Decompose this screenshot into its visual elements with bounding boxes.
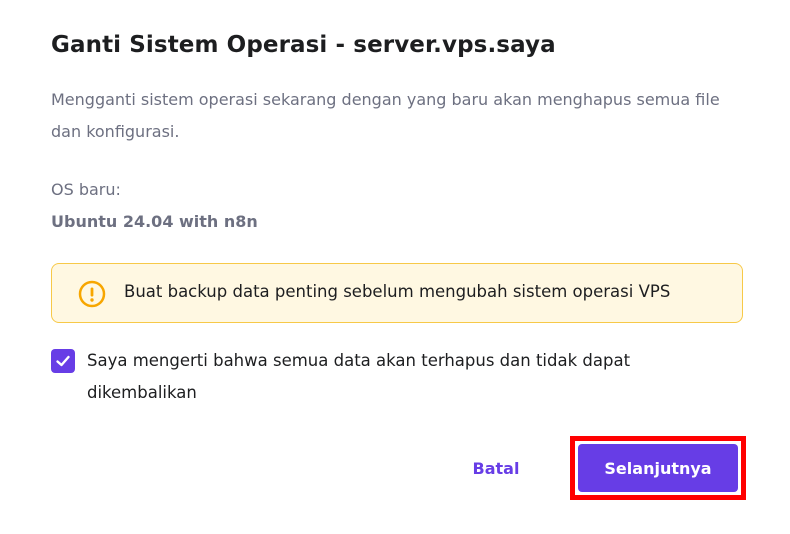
- next-button[interactable]: Selanjutnya: [578, 444, 738, 492]
- dialog-title: Ganti Sistem Operasi - server.vps.saya: [51, 32, 556, 58]
- new-os-value: Ubuntu 24.04 with n8n: [51, 212, 258, 231]
- exclamation-circle-icon: [78, 280, 106, 308]
- change-os-dialog: Ganti Sistem Operasi - server.vps.saya M…: [0, 0, 790, 534]
- confirm-checkbox[interactable]: [51, 349, 75, 373]
- confirm-checkbox-label[interactable]: Saya mengerti bahwa semua data akan terh…: [87, 345, 707, 409]
- backup-warning-banner: Buat backup data penting sebelum menguba…: [51, 263, 743, 323]
- warning-text: Buat backup data penting sebelum menguba…: [124, 282, 671, 301]
- new-os-label: OS baru:: [51, 180, 121, 199]
- checkmark-icon: [56, 355, 70, 367]
- dialog-description: Mengganti sistem operasi sekarang dengan…: [51, 90, 720, 141]
- cancel-button[interactable]: Batal: [456, 446, 536, 490]
